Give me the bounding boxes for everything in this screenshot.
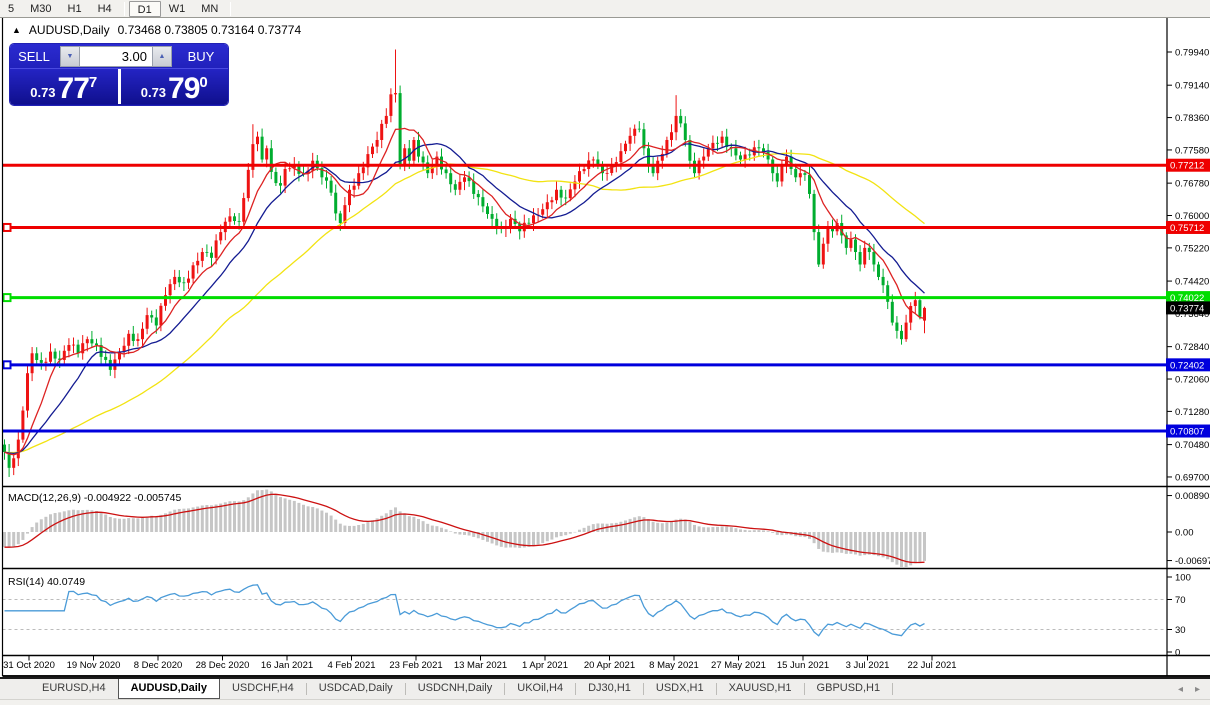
sell-price-big: 77 <box>58 76 89 102</box>
timeframe-button-w1[interactable]: W1 <box>161 1 194 17</box>
chart-title: ▲ AUDUSD,Daily 0.73468 0.73805 0.73164 0… <box>12 23 301 37</box>
svg-text:0.79940: 0.79940 <box>1175 48 1209 59</box>
chart-tab-ukoil-h4[interactable]: UKOil,H4 <box>505 679 575 699</box>
sell-price-sup: 7 <box>89 74 97 91</box>
sell-price-prefix: 0.73 <box>30 85 55 100</box>
volume-input[interactable]: 3.00 <box>80 46 152 67</box>
date-axis-label: 22 Jul 2021 <box>907 660 956 671</box>
chart-tab-audusd-daily[interactable]: AUDUSD,Daily <box>118 679 220 699</box>
timeframe-toolbar: 5M30H1H4 D1W1MN <box>0 0 1210 18</box>
buy-price-sup: 0 <box>199 74 207 91</box>
svg-text:100: 100 <box>1175 573 1191 584</box>
svg-text:0.008903: 0.008903 <box>1175 491 1210 502</box>
volume-increase-button[interactable]: ▲ <box>152 46 172 67</box>
date-axis-label: 8 Dec 2020 <box>134 660 183 671</box>
price-chart-canvas[interactable]: 0.79940 0.79140 0.78360 0.77580 0.76780 0.760… <box>0 18 1210 677</box>
buy-button[interactable]: BUY <box>174 49 228 64</box>
date-axis-label: 3 Jul 2021 <box>846 660 890 671</box>
svg-text:30: 30 <box>1175 625 1186 636</box>
buy-price-prefix: 0.73 <box>141 85 166 100</box>
line-drag-handle[interactable] <box>4 361 11 368</box>
timeframe-button-m30[interactable]: M30 <box>22 1 59 17</box>
timeframe-button-h1[interactable]: H1 <box>60 1 90 17</box>
buy-price-big: 79 <box>168 76 199 102</box>
chart-ohlc-values: 0.73468 0.73805 0.73164 0.73774 <box>118 23 302 37</box>
svg-text:0.71280: 0.71280 <box>1175 407 1209 418</box>
toolbar-separator <box>124 2 125 16</box>
chart-symbol-period: AUDUSD,Daily <box>29 23 110 37</box>
timeframe-button-mn[interactable]: MN <box>193 1 226 17</box>
svg-text:0.69700: 0.69700 <box>1175 472 1209 483</box>
one-click-trade-panel: SELL ▼ 3.00 ▲ BUY 0.73 77 7 0.73 79 0 <box>10 44 228 105</box>
svg-text:0.76000: 0.76000 <box>1175 211 1209 222</box>
chart-tab-usdcnh-daily[interactable]: USDCNH,Daily <box>406 679 505 699</box>
timeframe-button-d1[interactable]: D1 <box>129 1 161 17</box>
bottom-edge-strip <box>0 699 1210 705</box>
chart-tab-bar: EURUSD,H4AUDUSD,DailyUSDCHF,H4USDCAD,Dai… <box>0 677 1210 699</box>
tabbar-inset <box>0 679 30 699</box>
chart-area[interactable]: 0.79940 0.79140 0.78360 0.77580 0.76780 0.760… <box>0 18 1210 677</box>
triangle-down-icon: ▼ <box>67 53 74 60</box>
timeframe-button-5[interactable]: 5 <box>0 1 22 17</box>
svg-text:0.72402: 0.72402 <box>1170 360 1204 371</box>
svg-text:70: 70 <box>1175 595 1186 606</box>
svg-text:0.77212: 0.77212 <box>1170 161 1204 172</box>
svg-text:0.00: 0.00 <box>1175 528 1194 539</box>
chart-tab-eurusd-h4[interactable]: EURUSD,H4 <box>30 679 118 699</box>
tab-separator <box>892 683 893 695</box>
toolbar-separator <box>230 2 231 16</box>
date-axis-label: 1 Apr 2021 <box>522 660 568 671</box>
sell-button[interactable]: SELL <box>10 49 58 64</box>
timeframe-button-h4[interactable]: H4 <box>90 1 120 17</box>
svg-text:0.75220: 0.75220 <box>1175 243 1209 254</box>
date-axis-label: 27 May 2021 <box>711 660 766 671</box>
date-axis-label: 28 Dec 2020 <box>196 660 250 671</box>
triangle-up-icon: ▲ <box>159 53 166 60</box>
svg-text:0.73774: 0.73774 <box>1170 303 1204 314</box>
rsi-label: RSI(14) 40.0749 <box>8 576 85 588</box>
svg-text:0.79140: 0.79140 <box>1175 81 1209 92</box>
macd-label: MACD(12,26,9) -0.004922 -0.005745 <box>8 492 182 504</box>
svg-text:0.74420: 0.74420 <box>1175 277 1209 288</box>
date-axis-label: 19 Nov 2020 <box>67 660 121 671</box>
date-axis-label: 31 Oct 2020 <box>3 660 55 671</box>
volume-stepper: ▼ 3.00 ▲ <box>60 46 172 67</box>
line-drag-handle[interactable] <box>4 224 11 231</box>
svg-text:0.78360: 0.78360 <box>1175 113 1209 124</box>
sell-price-button[interactable]: 0.73 77 7 <box>10 69 118 104</box>
svg-text:0.77580: 0.77580 <box>1175 145 1209 156</box>
collapse-chart-icon[interactable]: ▲ <box>12 25 21 35</box>
svg-text:0.72840: 0.72840 <box>1175 342 1209 353</box>
chart-tab-usdchf-h4[interactable]: USDCHF,H4 <box>220 679 306 699</box>
tab-scroll-right-icon[interactable]: ▸ <box>1195 684 1200 695</box>
line-drag-handle[interactable] <box>4 294 11 301</box>
tab-scroll-arrows: ◂▸ <box>1178 679 1210 699</box>
chart-tab-usdcad-daily[interactable]: USDCAD,Daily <box>307 679 405 699</box>
buy-price-button[interactable]: 0.73 79 0 <box>121 69 229 104</box>
date-axis-label: 23 Feb 2021 <box>389 660 442 671</box>
svg-text:0.76780: 0.76780 <box>1175 179 1209 190</box>
chart-tab-gbpusd-h1[interactable]: GBPUSD,H1 <box>805 679 893 699</box>
date-axis-label: 16 Jan 2021 <box>261 660 313 671</box>
svg-text:0.75712: 0.75712 <box>1170 223 1204 234</box>
date-axis-label: 13 Mar 2021 <box>454 660 507 671</box>
chart-tab-xauusd-h1[interactable]: XAUUSD,H1 <box>717 679 804 699</box>
chart-tab-usdx-h1[interactable]: USDX,H1 <box>644 679 716 699</box>
date-axis-label: 15 Jun 2021 <box>777 660 829 671</box>
svg-text:0: 0 <box>1175 648 1180 659</box>
svg-text:-0.006977: -0.006977 <box>1175 556 1210 567</box>
svg-text:0.70480: 0.70480 <box>1175 440 1209 451</box>
tab-scroll-left-icon[interactable]: ◂ <box>1178 684 1183 695</box>
svg-text:0.72060: 0.72060 <box>1175 375 1209 386</box>
date-axis-label: 8 May 2021 <box>649 660 699 671</box>
date-axis-label: 20 Apr 2021 <box>584 660 635 671</box>
volume-decrease-button[interactable]: ▼ <box>60 46 80 67</box>
date-axis-label: 4 Feb 2021 <box>327 660 375 671</box>
svg-text:0.70807: 0.70807 <box>1170 427 1204 438</box>
chart-tab-dj30-h1[interactable]: DJ30,H1 <box>576 679 643 699</box>
